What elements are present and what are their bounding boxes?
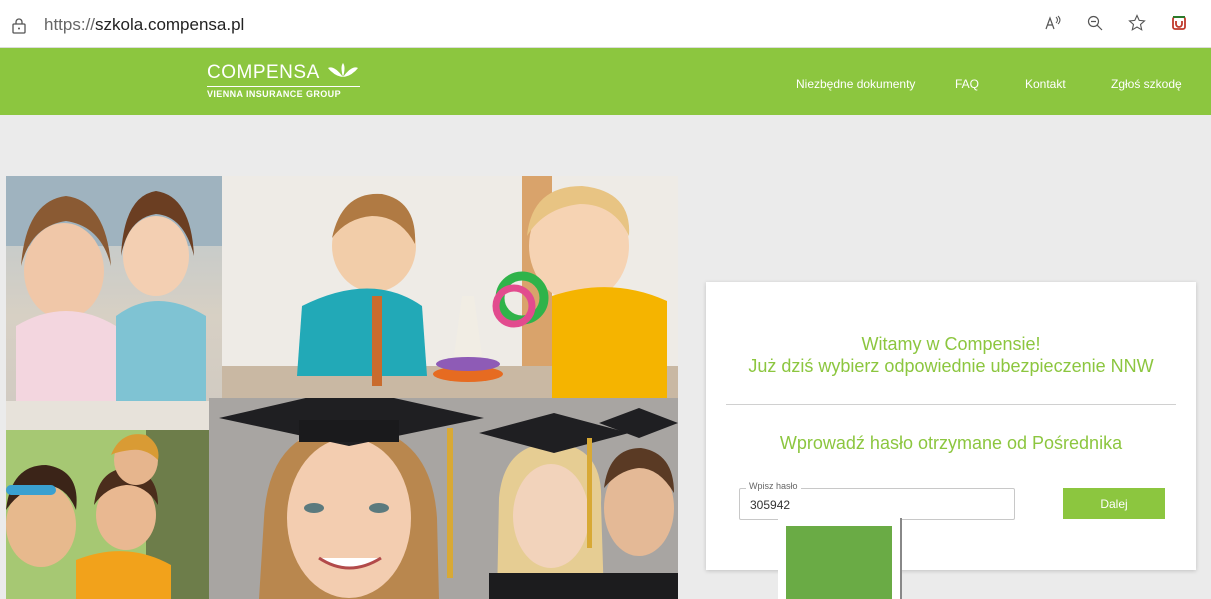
url-field[interactable]: https://szkola.compensa.pl <box>44 15 244 35</box>
photo-schoolgirls <box>6 176 222 430</box>
green-overlay-fill <box>786 526 892 599</box>
card-divider <box>726 404 1176 405</box>
hero-photo-collage <box>6 176 678 599</box>
compensa-logo[interactable]: COMPENSA VIENNA INSURANCE GROUP <box>207 62 360 99</box>
extension-icon[interactable] <box>1167 10 1191 36</box>
password-input[interactable] <box>750 498 1000 512</box>
photo-kids-outdoors <box>6 430 209 599</box>
read-aloud-icon[interactable] <box>1041 10 1065 36</box>
photo-toddlers <box>222 176 678 398</box>
welcome-subheading: Już dziś wybierz odpowiednie ubezpieczen… <box>748 356 1154 376</box>
password-field[interactable]: Wpisz hasło <box>739 481 1015 520</box>
logo-subtitle: VIENNA INSURANCE GROUP <box>207 86 360 99</box>
nav-report-claim[interactable]: Zgłoś szkodę <box>1111 77 1182 91</box>
site-header: COMPENSA VIENNA INSURANCE GROUP Niezbędn… <box>0 48 1211 115</box>
zoom-out-icon[interactable] <box>1083 10 1107 36</box>
green-overlay-block <box>778 518 902 599</box>
welcome-text: Witamy w Compensie! Już dziś wybierz odp… <box>706 333 1196 377</box>
next-button[interactable]: Dalej <box>1063 488 1165 519</box>
favorite-star-icon[interactable] <box>1125 10 1149 36</box>
nav-contact[interactable]: Kontakt <box>1025 77 1066 91</box>
welcome-heading: Witamy w Compensie! <box>861 334 1041 354</box>
photo-graduates <box>209 398 678 599</box>
lock-icon[interactable] <box>12 18 26 34</box>
nav-documents[interactable]: Niezbędne dokumenty <box>796 77 915 91</box>
logo-flower-icon <box>326 62 360 84</box>
password-field-label: Wpisz hasło <box>746 481 801 491</box>
logo-text: COMPENSA <box>207 62 320 83</box>
browser-address-bar: https://szkola.compensa.pl <box>0 0 1211 48</box>
password-prompt: Wprowadź hasło otrzymane od Pośrednika <box>779 433 1123 453</box>
nav-faq[interactable]: FAQ <box>955 77 979 91</box>
